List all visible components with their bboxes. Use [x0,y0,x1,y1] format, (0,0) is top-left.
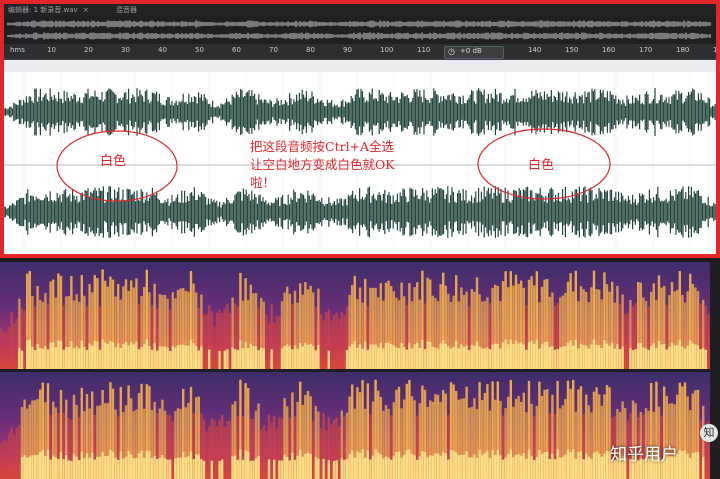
ruler-tick: 20 [84,46,93,54]
watermark: 知乎用户 [610,445,678,465]
ruler-tick: 30 [121,46,130,54]
close-icon[interactable]: × [83,6,89,14]
ruler-tick: 190 [713,46,718,54]
overview-waveform[interactable] [4,16,716,44]
ruler-tick: 70 [269,46,278,54]
clock-icon: ◷ [448,47,455,56]
tab-mixer[interactable]: 混音器 [116,5,137,15]
ruler-tick: 140 [528,46,542,54]
instruction-annotation: 把这段音频按Ctrl+A全选 让空白地方变成白色就OK 啦！ [250,139,395,190]
zoom-gain-widget[interactable]: ◷ +0 dB [444,46,504,59]
editor-tab-bar: 编辑器: 1 新录音.wav × 混音器 [4,4,716,16]
right-annotation-label: 白色 [528,158,555,173]
tab-editor[interactable]: 编辑器: 1 新录音.wav × [8,5,89,15]
ruler-tick: 60 [232,46,241,54]
spectrogram-panel[interactable] [0,262,710,479]
editor-window: 编辑器: 1 新录音.wav × 混音器 hms 10 20 30 40 50 60 70 80… [0,0,720,258]
ruler-tick: 170 [639,46,653,54]
ruler-tick: 180 [676,46,690,54]
time-ruler[interactable]: hms1020304050607080901001101201301401501… [4,44,716,60]
ruler-tick: hms [10,46,25,54]
ruler-tick: 80 [306,46,315,54]
ruler-tick: 90 [343,46,352,54]
spectrogram-scrollbar[interactable] [710,262,720,479]
zhihu-logo-icon: 知 [700,424,718,442]
ruler-tick: 160 [602,46,616,54]
ruler-tick: 50 [195,46,204,54]
ruler-tick: 40 [158,46,167,54]
ruler-tick: 110 [417,46,431,54]
ruler-tick: 100 [380,46,394,54]
ruler-tick: 150 [565,46,579,54]
ruler-tick: 10 [47,46,56,54]
left-annotation-label: 白色 [100,154,127,169]
